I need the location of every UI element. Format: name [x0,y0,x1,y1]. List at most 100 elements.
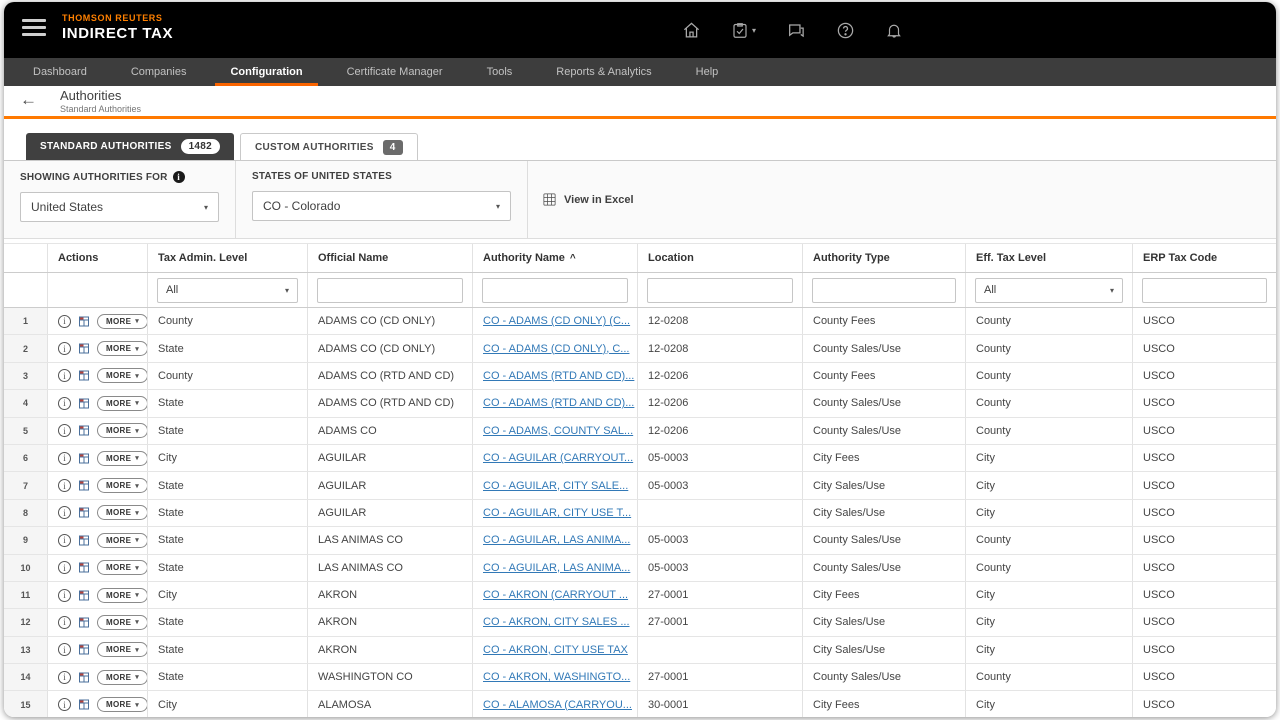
details-icon[interactable]: i [58,452,71,465]
info-icon[interactable]: i [173,171,185,183]
authority-name-link[interactable]: CO - ADAMS (CD ONLY), C... [483,343,629,355]
more-button[interactable]: MORE▾ [97,478,148,493]
tab-standard-authorities[interactable]: STANDARD AUTHORITIES 1482 [26,133,234,160]
rates-icon[interactable] [78,698,90,711]
cell-official-name: AGUILAR [308,500,473,526]
help-icon[interactable] [836,21,855,40]
authority-name-filter-input[interactable] [482,278,628,303]
authority-name-link[interactable]: CO - ALAMOSA (CARRYOU... [483,699,632,711]
back-arrow-icon[interactable]: ← [20,90,37,110]
erp-tax-code-filter-input[interactable] [1142,278,1267,303]
details-icon[interactable]: i [58,369,71,382]
authority-name-link[interactable]: CO - AGUILAR, LAS ANIMA... [483,534,630,546]
rates-icon[interactable] [78,424,90,437]
authority-name-link[interactable]: CO - ADAMS, COUNTY SAL... [483,425,633,437]
authority-name-link[interactable]: CO - AKRON, CITY SALES ... [483,616,630,628]
hamburger-menu-icon[interactable] [22,19,46,40]
view-in-excel-button[interactable]: View in Excel [542,192,634,207]
location-filter-input[interactable] [647,278,793,303]
authority-name-link[interactable]: CO - AKRON, CITY USE TAX [483,644,628,656]
rates-icon[interactable] [78,671,90,684]
nav-item-certificate-manager[interactable]: Certificate Manager [332,58,458,86]
header-authority-name[interactable]: Authority Name ^ [473,244,638,272]
rates-icon[interactable] [78,452,90,465]
header-official-name[interactable]: Official Name [308,244,473,272]
rates-icon[interactable] [78,342,90,355]
showing-authorities-section: SHOWING AUTHORITIES FOR i United States … [4,161,236,238]
details-icon[interactable]: i [58,479,71,492]
authority-name-link[interactable]: CO - AGUILAR (CARRYOUT... [483,452,633,464]
authority-name-link[interactable]: CO - AGUILAR, CITY USE T... [483,507,631,519]
more-button[interactable]: MORE▾ [97,615,148,630]
state-select[interactable]: CO - Colorado ▾ [252,191,511,221]
eff-tax-level-filter-select[interactable]: All ▾ [975,278,1123,303]
notifications-icon[interactable] [885,21,903,40]
details-icon[interactable]: i [58,534,71,547]
more-button[interactable]: MORE▾ [97,533,148,548]
authority-name-link[interactable]: CO - ADAMS (RTD AND CD)... [483,397,634,409]
more-button[interactable]: MORE▾ [97,588,148,603]
rates-icon[interactable] [78,506,90,519]
more-button[interactable]: MORE▾ [97,642,148,657]
nav-item-companies[interactable]: Companies [116,58,202,86]
details-icon[interactable]: i [58,506,71,519]
rates-icon[interactable] [78,643,90,656]
nav-item-help[interactable]: Help [681,58,734,86]
more-button[interactable]: MORE▾ [97,396,148,411]
nav-item-reports-analytics[interactable]: Reports & Analytics [541,58,666,86]
more-button[interactable]: MORE▾ [97,423,148,438]
tasks-icon[interactable]: ▾ [731,21,756,40]
more-button[interactable]: MORE▾ [97,341,148,356]
details-icon[interactable]: i [58,424,71,437]
cell-tax-admin-level: State [148,418,308,444]
nav-item-tools[interactable]: Tools [472,58,528,86]
header-eff-tax-level[interactable]: Eff. Tax Level [966,244,1133,272]
more-button[interactable]: MORE▾ [97,368,148,383]
cell-tax-admin-level: State [148,500,308,526]
details-icon[interactable]: i [58,616,71,629]
messages-icon[interactable] [786,21,806,40]
authority-name-link[interactable]: CO - ADAMS (CD ONLY) (C... [483,315,630,327]
more-button[interactable]: MORE▾ [97,314,148,329]
more-button[interactable]: MORE▾ [97,697,148,712]
home-icon[interactable] [682,21,701,40]
details-icon[interactable]: i [58,671,71,684]
header-authority-type[interactable]: Authority Type [803,244,966,272]
more-button[interactable]: MORE▾ [97,451,148,466]
details-icon[interactable]: i [58,698,71,711]
details-icon[interactable]: i [58,315,71,328]
rates-icon[interactable] [78,479,90,492]
official-name-filter-input[interactable] [317,278,463,303]
header-tax-admin-level[interactable]: Tax Admin. Level [148,244,308,272]
header-location[interactable]: Location [638,244,803,272]
authority-name-link[interactable]: CO - AKRON, WASHINGTO... [483,671,630,683]
authority-name-link[interactable]: CO - ADAMS (RTD AND CD)... [483,370,634,382]
nav-item-dashboard[interactable]: Dashboard [18,58,102,86]
authority-name-link[interactable]: CO - AGUILAR, LAS ANIMA... [483,562,630,574]
rates-icon[interactable] [78,369,90,382]
table-body: 1 i MORE▾ County ADAMS CO (CD ONLY) CO -… [4,308,1276,717]
rates-icon[interactable] [78,561,90,574]
rates-icon[interactable] [78,397,90,410]
authority-name-link[interactable]: CO - AKRON (CARRYOUT ... [483,589,628,601]
nav-item-configuration[interactable]: Configuration [215,58,317,86]
authority-name-link[interactable]: CO - AGUILAR, CITY SALE... [483,480,628,492]
more-button[interactable]: MORE▾ [97,505,148,520]
rates-icon[interactable] [78,616,90,629]
details-icon[interactable]: i [58,397,71,410]
tax-admin-level-filter-select[interactable]: All ▾ [157,278,298,303]
rates-icon[interactable] [78,534,90,547]
more-button[interactable]: MORE▾ [97,560,148,575]
cell-authority-name: CO - ADAMS, COUNTY SAL... [473,418,638,444]
authority-type-filter-input[interactable] [812,278,956,303]
details-icon[interactable]: i [58,561,71,574]
header-erp-tax-code[interactable]: ERP Tax Code [1133,244,1276,272]
rates-icon[interactable] [78,315,90,328]
details-icon[interactable]: i [58,589,71,602]
details-icon[interactable]: i [58,643,71,656]
more-button[interactable]: MORE▾ [97,670,148,685]
details-icon[interactable]: i [58,342,71,355]
rates-icon[interactable] [78,589,90,602]
tab-custom-authorities[interactable]: CUSTOM AUTHORITIES 4 [240,133,418,160]
country-select[interactable]: United States ▾ [20,192,219,222]
